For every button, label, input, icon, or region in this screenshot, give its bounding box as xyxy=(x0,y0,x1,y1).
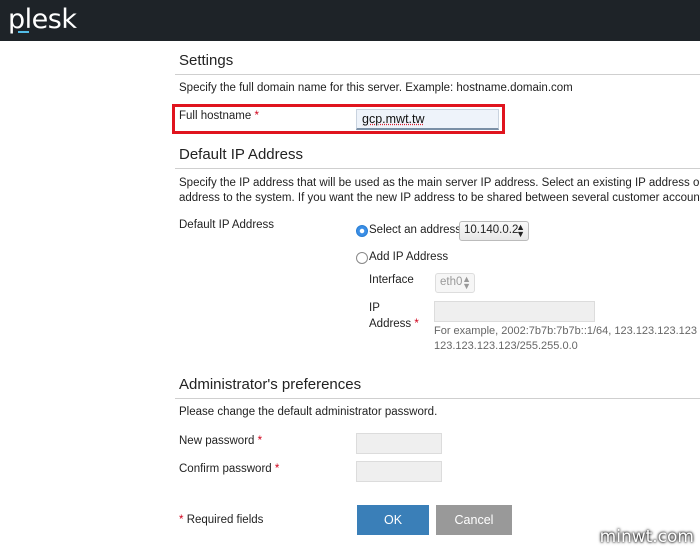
select-arrows-icon: ▲ ▼ xyxy=(516,222,525,239)
logo-accent xyxy=(18,31,29,33)
interface-select[interactable]: eth0 ▲ ▼ xyxy=(435,273,475,293)
admin-divider xyxy=(175,398,700,399)
ip-address-label-line2: Address * xyxy=(369,318,419,330)
settings-divider xyxy=(175,74,700,75)
confirm-password-input[interactable] xyxy=(356,461,442,482)
watermark: minwt.com xyxy=(599,527,694,547)
ip-address-input[interactable] xyxy=(434,301,595,322)
ip-description-line2: address to the system. If you want the n… xyxy=(179,192,700,204)
interface-arrows-icon: ▲ ▼ xyxy=(462,274,471,291)
ip-divider xyxy=(175,168,700,169)
confirm-password-label: Confirm password * xyxy=(179,463,280,475)
interface-label: Interface xyxy=(369,274,414,286)
select-address-label[interactable]: Select an address xyxy=(369,224,461,236)
hostname-label: Full hostname * xyxy=(179,110,259,122)
admin-description: Please change the default administrator … xyxy=(179,406,438,418)
ok-button[interactable]: OK xyxy=(357,505,429,535)
admin-heading: Administrator's preferences xyxy=(179,376,362,393)
cancel-button[interactable]: Cancel xyxy=(436,505,512,535)
hostname-input[interactable]: gcp.mwt.tw xyxy=(356,109,499,130)
ip-address-label-line1: IP xyxy=(369,302,380,314)
ip-example-line2: 123.123.123.123/255.255.0.0 xyxy=(434,340,578,352)
required-fields-note: * Required fields xyxy=(179,514,264,526)
default-ip-label: Default IP Address xyxy=(179,219,275,231)
new-password-input[interactable] xyxy=(356,433,442,454)
ip-description-line1: Specify the IP address that will be used… xyxy=(179,177,700,189)
top-bar: plesk xyxy=(0,0,700,41)
address-select[interactable]: 10.140.0.2 ▲ ▼ xyxy=(459,221,529,241)
settings-description: Specify the full domain name for this se… xyxy=(179,82,573,94)
ip-heading: Default IP Address xyxy=(179,146,303,163)
settings-heading: Settings xyxy=(179,52,234,69)
add-ip-label[interactable]: Add IP Address xyxy=(369,251,448,263)
select-address-radio[interactable] xyxy=(356,225,368,237)
ip-example-line1: For example, 2002:7b7b:7b7b::1/64, 123.1… xyxy=(434,325,697,337)
address-select-value: 10.140.0.2 xyxy=(464,224,519,236)
new-password-label: New password * xyxy=(179,435,263,447)
add-ip-radio[interactable] xyxy=(356,252,368,264)
interface-select-value: eth0 xyxy=(440,276,463,288)
